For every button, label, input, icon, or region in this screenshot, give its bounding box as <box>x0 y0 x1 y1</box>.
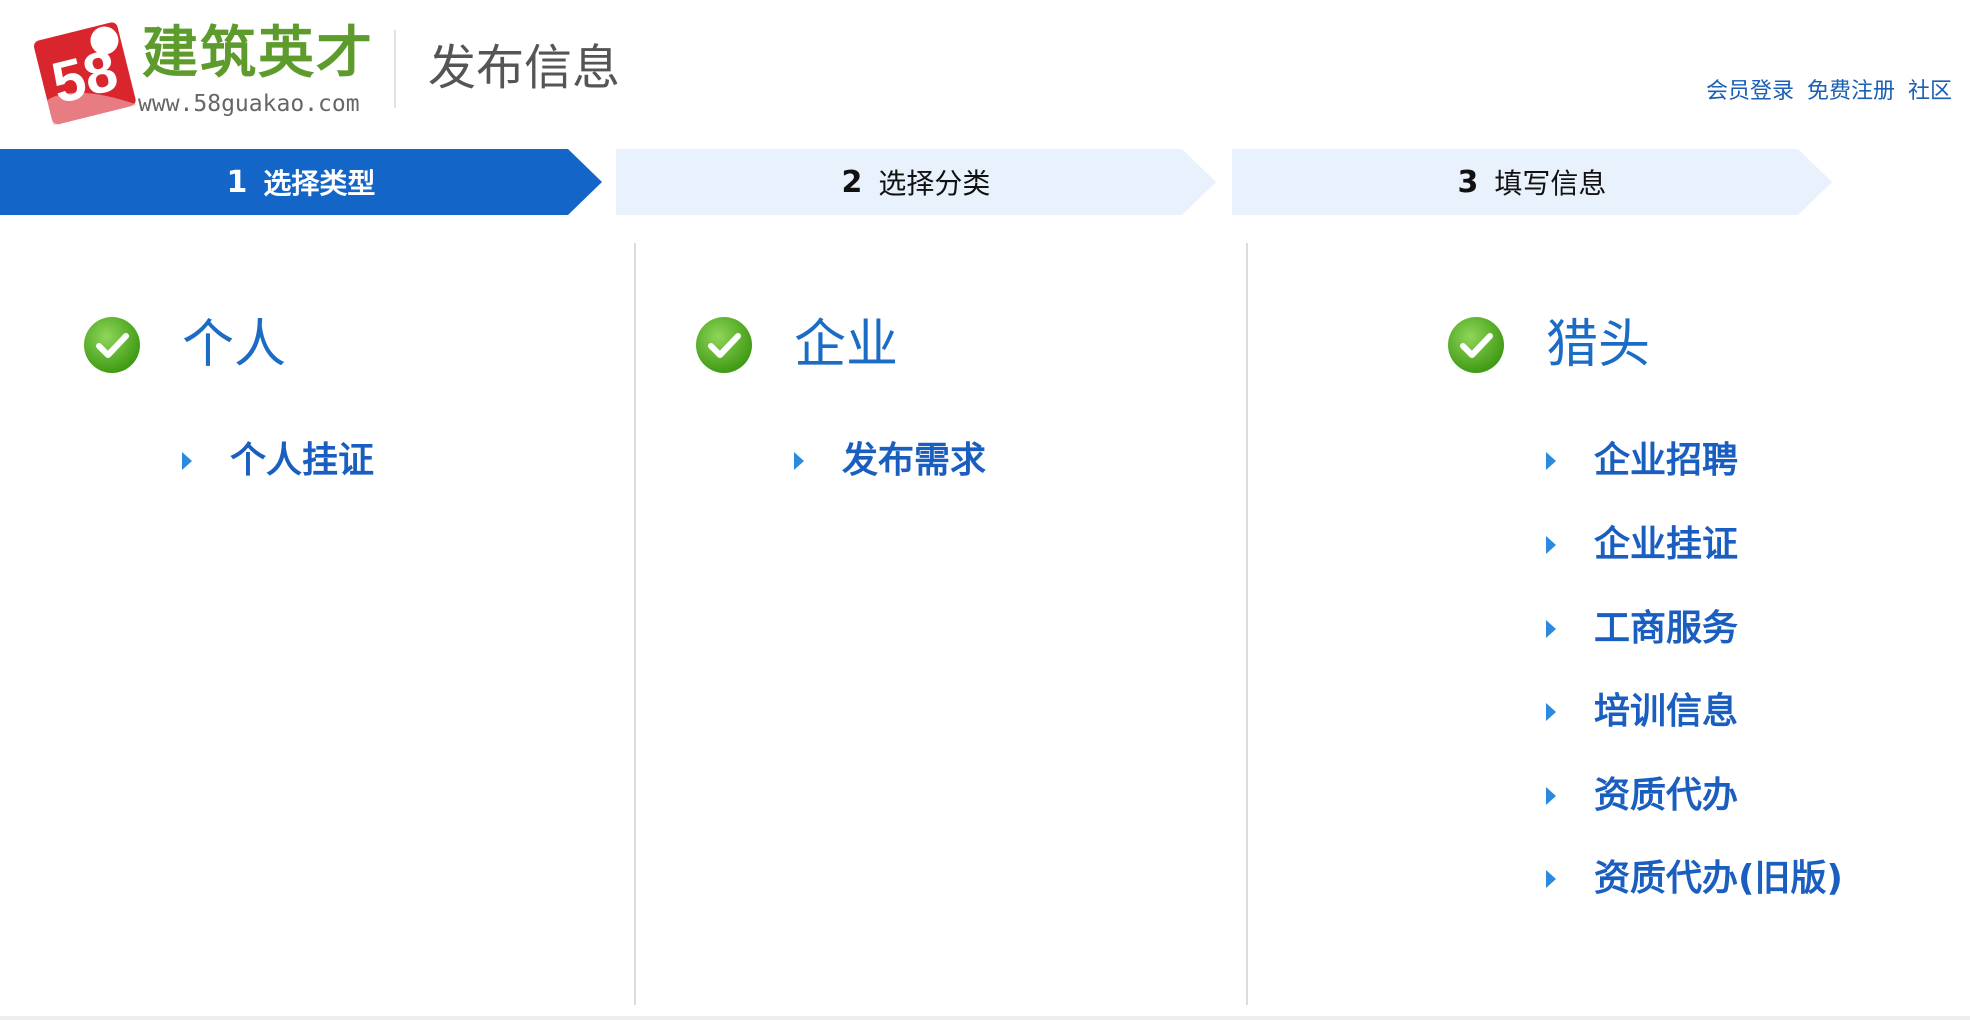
column-title: 猎头 <box>1546 315 1651 375</box>
step-select-type: 1 选择类型 <box>0 149 602 215</box>
option-label: 工商服务 <box>1594 608 1739 649</box>
caret-right-icon <box>182 452 192 470</box>
option-label: 企业招聘 <box>1594 440 1739 481</box>
option-label: 个人挂证 <box>230 440 375 481</box>
option-qualification-agency[interactable]: 资质代办 <box>1546 774 1738 818</box>
column-header-headhunter: 猎头 <box>1446 315 1650 375</box>
option-personal-certificate[interactable]: 个人挂证 <box>182 439 374 483</box>
caret-right-icon <box>1546 787 1556 805</box>
check-circle-icon <box>84 317 140 373</box>
step-number: 1 <box>226 164 248 200</box>
option-enterprise-recruitment[interactable]: 企业招聘 <box>1546 439 1738 483</box>
caret-right-icon <box>1546 870 1556 888</box>
step-label: 填写信息 <box>1494 167 1607 200</box>
logo-title: 建筑英才 <box>142 21 374 86</box>
login-link[interactable]: 会员登录 <box>1706 79 1794 104</box>
option-business-services[interactable]: 工商服务 <box>1546 607 1738 651</box>
caret-right-icon <box>794 452 804 470</box>
step-label: 选择类型 <box>263 167 376 200</box>
top-links: 会员登录 免费注册 社区 <box>1700 78 1952 106</box>
logo-url: www.58guakao.com <box>138 91 360 117</box>
header: 58 建筑英才 www.58guakao.com 发布信息 会员登录 免费注册 … <box>0 0 1970 150</box>
caret-right-icon <box>1546 703 1556 721</box>
step-fill-info: 3 填写信息 <box>1232 149 1832 215</box>
type-selection-panel: 个人 个人挂证 企业 发布需求 猎头 企业招聘 企业挂证 工商服务 培训信息 资… <box>0 215 1970 1020</box>
site-logo[interactable]: 58 建筑英才 www.58guakao.com <box>32 14 392 126</box>
header-divider <box>394 30 396 108</box>
footer-divider <box>0 1016 1970 1020</box>
column-divider <box>634 243 636 1005</box>
logo-58-badge-icon: 58 <box>33 22 137 126</box>
caret-right-icon <box>1546 536 1556 554</box>
community-link[interactable]: 社区 <box>1908 79 1952 104</box>
page-title: 发布信息 <box>428 40 621 96</box>
check-circle-icon <box>1448 317 1504 373</box>
step-label: 选择分类 <box>878 167 991 200</box>
option-label: 培训信息 <box>1594 691 1739 732</box>
option-training-info[interactable]: 培训信息 <box>1546 690 1738 734</box>
column-title: 企业 <box>794 315 899 375</box>
option-qualification-agency-legacy[interactable]: 资质代办(旧版) <box>1546 857 1843 901</box>
option-label: 发布需求 <box>842 440 987 481</box>
step-progress-bar: 1 选择类型 2 选择分类 3 填写信息 <box>0 149 1970 215</box>
option-label: 资质代办 <box>1594 775 1739 816</box>
column-header-enterprise: 企业 <box>694 315 898 375</box>
page: 58 建筑英才 www.58guakao.com 发布信息 会员登录 免费注册 … <box>0 0 1970 1020</box>
step-select-category: 2 选择分类 <box>616 149 1216 215</box>
option-label: 企业挂证 <box>1594 524 1739 565</box>
column-divider <box>1246 243 1248 1005</box>
column-title: 个人 <box>182 315 287 375</box>
check-circle-icon <box>696 317 752 373</box>
caret-right-icon <box>1546 620 1556 638</box>
column-header-personal: 个人 <box>82 315 286 375</box>
option-label: 资质代办(旧版) <box>1594 858 1843 899</box>
option-post-demand[interactable]: 发布需求 <box>794 439 986 483</box>
step-number: 2 <box>841 164 863 200</box>
option-enterprise-certificate[interactable]: 企业挂证 <box>1546 523 1738 567</box>
step-number: 3 <box>1457 164 1479 200</box>
register-link[interactable]: 免费注册 <box>1807 79 1895 104</box>
caret-right-icon <box>1546 452 1556 470</box>
